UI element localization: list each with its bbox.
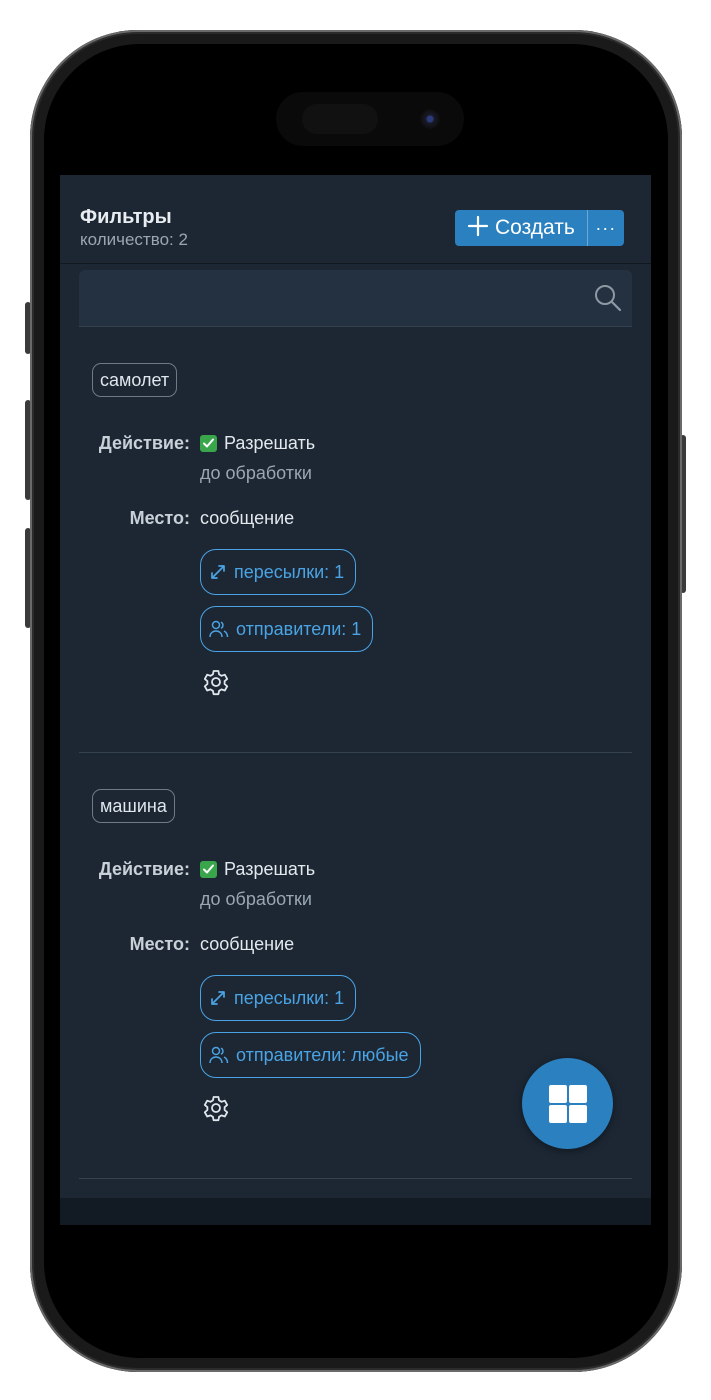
grid-menu-button[interactable] (522, 1058, 613, 1149)
filter-tag[interactable]: машина (92, 789, 175, 823)
bottom-bar (60, 1198, 651, 1225)
action-value: Разрешать (200, 433, 315, 454)
sensor-pill (302, 104, 378, 134)
forwards-chip[interactable]: пересылки: 1 (200, 975, 357, 1021)
action-value: Разрешать (200, 859, 315, 880)
senders-chip-label: отправители: любые (236, 1044, 409, 1065)
forwards-chip-label: пересылки: 1 (234, 561, 345, 582)
camera-icon (420, 109, 440, 129)
action-label: Действие: (98, 859, 190, 879)
action-label: Действие: (98, 433, 190, 453)
dynamic-island (276, 92, 464, 146)
arrows-expand-icon (211, 565, 225, 579)
place-label: Место: (129, 508, 190, 528)
action-note: до обработки (200, 463, 312, 483)
action-note: до обработки (200, 889, 312, 909)
place-value: сообщение (200, 508, 295, 528)
check-icon (200, 861, 217, 878)
check-icon (200, 435, 217, 452)
filter-tag[interactable]: самолет (92, 363, 178, 397)
grid-icon (548, 1084, 587, 1123)
arrows-expand-icon (211, 991, 225, 1005)
divider (79, 1178, 632, 1179)
action-value-text: Разрешать (224, 859, 316, 879)
action-value-text: Разрешать (224, 433, 316, 453)
place-label: Место: (129, 934, 190, 954)
forwards-chip-label: пересылки: 1 (234, 987, 345, 1008)
app-screen: Фильтры количество: 2 Создать ··· самоле… (60, 175, 651, 1225)
place-value: сообщение (200, 934, 295, 954)
gear-icon[interactable] (200, 1094, 232, 1126)
senders-chip[interactable]: отправители: любые (200, 1032, 421, 1078)
forwards-chip[interactable]: пересылки: 1 (200, 549, 357, 595)
users-icon (209, 1046, 229, 1064)
